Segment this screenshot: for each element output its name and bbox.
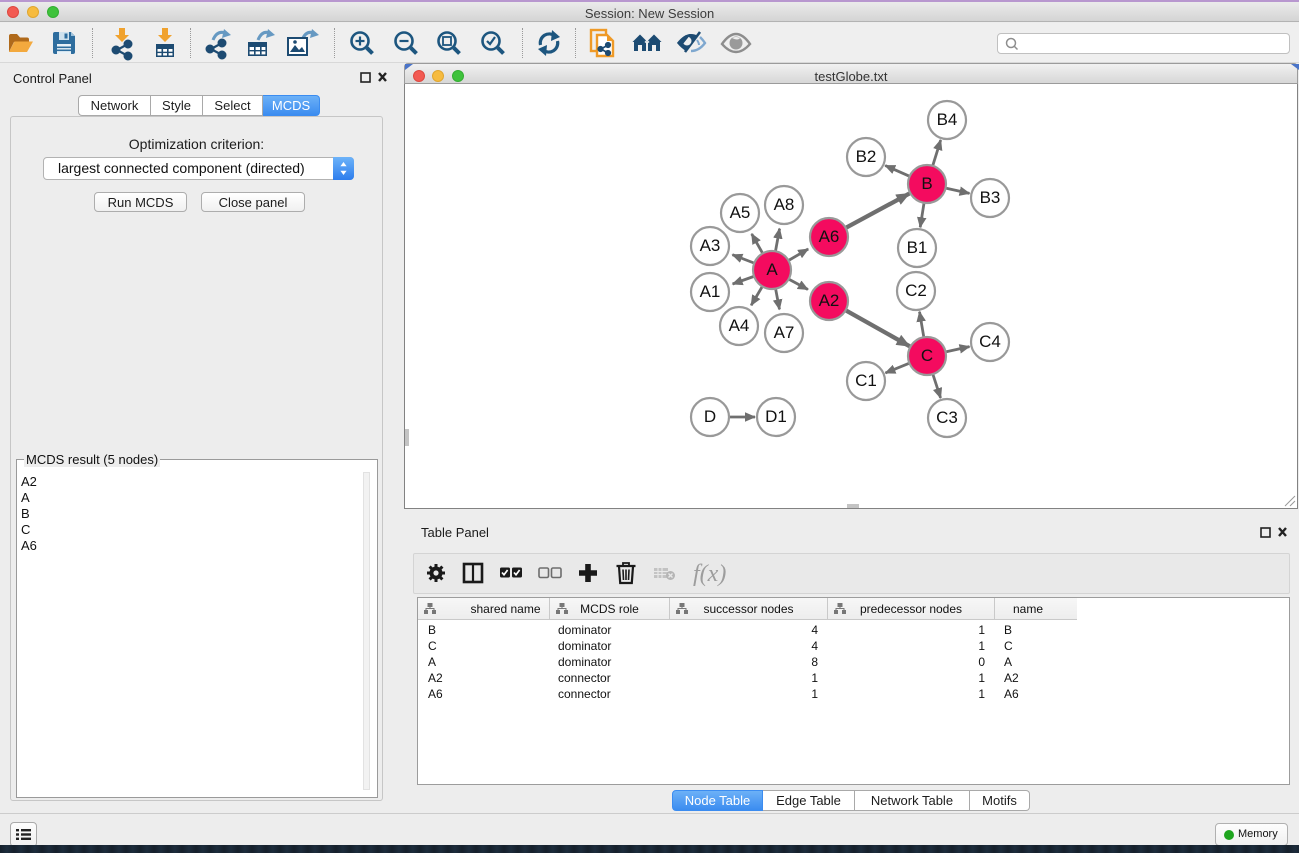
- svg-text:C3: C3: [936, 408, 958, 427]
- svg-text:D1: D1: [765, 407, 787, 426]
- svg-text:B1: B1: [907, 238, 928, 257]
- svg-text:A7: A7: [774, 323, 795, 342]
- svg-text:A1: A1: [700, 282, 721, 301]
- svg-text:A: A: [766, 260, 778, 279]
- svg-text:B2: B2: [856, 147, 877, 166]
- svg-text:C4: C4: [979, 332, 1001, 351]
- svg-text:A8: A8: [774, 195, 795, 214]
- svg-text:A3: A3: [700, 236, 721, 255]
- svg-text:D: D: [704, 407, 716, 426]
- svg-text:f(x): f(x): [693, 561, 726, 587]
- svg-text:B4: B4: [937, 110, 958, 129]
- svg-text:B: B: [921, 174, 932, 193]
- svg-text:A5: A5: [730, 203, 751, 222]
- svg-text:B3: B3: [980, 188, 1001, 207]
- svg-text:C: C: [921, 346, 933, 365]
- svg-text:A2: A2: [819, 291, 840, 310]
- svg-text:A6: A6: [819, 227, 840, 246]
- svg-text:C1: C1: [855, 371, 877, 390]
- svg-text:A4: A4: [729, 316, 750, 335]
- svg-text:C2: C2: [905, 281, 927, 300]
